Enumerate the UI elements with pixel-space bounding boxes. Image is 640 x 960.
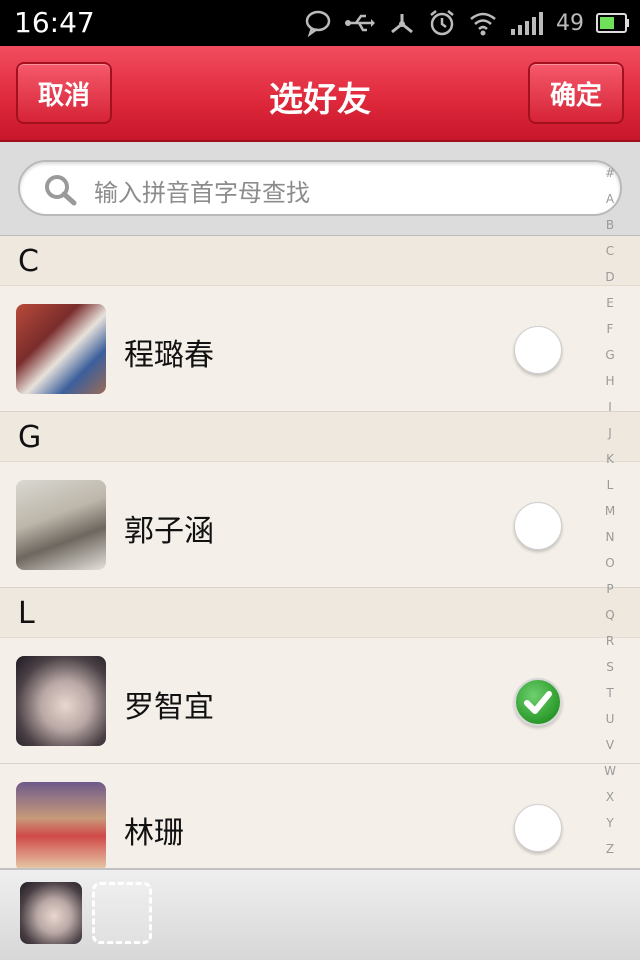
section-header-c: C [0,236,640,286]
contact-row[interactable]: 郭子涵 [0,462,640,588]
contact-list[interactable]: C 程璐春 G 郭子涵 L 罗智宜 林珊 [0,236,640,868]
contact-row[interactable]: 程璐春 [0,286,640,412]
index-letter[interactable]: K [598,452,622,466]
contact-name: 林珊 [124,816,184,851]
section-header-l: L [0,588,640,638]
index-letter[interactable]: H [598,374,622,388]
index-letter[interactable]: D [598,270,622,284]
selected-avatar[interactable] [20,882,82,944]
index-letter[interactable]: G [598,348,622,362]
search-input[interactable]: 输入拼音首字母查找 [18,160,622,216]
section-header-g: G [0,412,640,462]
status-bar: 16:47 49 [0,0,640,46]
select-checkbox[interactable] [514,502,562,550]
signal-icon [510,11,544,35]
empty-selection-slot [92,882,152,944]
alarm-icon [428,9,456,37]
section-letter: C [18,244,39,279]
contact-row[interactable]: 罗智宜 [0,638,640,764]
selection-bar [0,868,640,960]
avatar [16,480,106,570]
chat-bubble-icon [304,9,332,37]
index-letter[interactable]: P [598,582,622,596]
wifi-icon [468,10,498,36]
index-letter[interactable]: B [598,218,622,232]
index-letter[interactable]: S [598,660,622,674]
index-letter[interactable]: A [598,192,622,206]
index-letter[interactable]: F [598,322,622,336]
index-letter[interactable]: M [598,504,622,518]
contact-row[interactable]: 林珊 [0,764,640,868]
status-time: 16:47 [14,6,95,39]
index-letter[interactable]: Z [598,842,622,856]
index-letter[interactable]: I [598,400,622,414]
tether-icon [388,10,416,36]
index-letter[interactable]: R [598,634,622,648]
alphabet-index[interactable]: # A B C D E F G H I J K L M N O P Q R S T U V W X Y Z [598,166,622,870]
select-checkbox[interactable] [514,804,562,852]
avatar [16,304,106,394]
index-letter[interactable]: N [598,530,622,544]
select-checkbox-checked[interactable] [514,678,562,726]
status-icons: 49 [304,6,630,40]
header: 取消 选好友 确定 [0,46,640,142]
section-letter: L [18,596,35,631]
search-area: 输入拼音首字母查找 [0,142,640,236]
checkmark-icon [524,691,552,714]
contact-name: 郭子涵 [124,514,214,549]
battery-icon [596,13,630,33]
index-letter[interactable]: E [598,296,622,310]
index-letter[interactable]: X [598,790,622,804]
search-icon [44,174,78,210]
select-checkbox[interactable] [514,326,562,374]
index-letter[interactable]: Y [598,816,622,830]
index-letter[interactable]: U [598,712,622,726]
contact-name: 罗智宜 [124,690,214,725]
index-letter[interactable]: L [598,478,622,492]
battery-percent: 49 [556,10,584,36]
index-letter[interactable]: W [598,764,622,778]
avatar [16,782,106,868]
index-letter[interactable]: J [598,426,622,440]
index-letter[interactable]: C [598,244,622,258]
search-placeholder: 输入拼音首字母查找 [94,179,310,207]
index-letter[interactable]: Q [598,608,622,622]
confirm-button[interactable]: 确定 [528,62,624,124]
index-letter[interactable]: T [598,686,622,700]
usb-icon [344,12,376,34]
contact-name: 程璐春 [124,338,214,373]
index-letter[interactable]: O [598,556,622,570]
section-letter: G [18,420,42,455]
index-letter[interactable]: V [598,738,622,752]
index-letter[interactable]: # [598,166,622,180]
avatar [16,656,106,746]
